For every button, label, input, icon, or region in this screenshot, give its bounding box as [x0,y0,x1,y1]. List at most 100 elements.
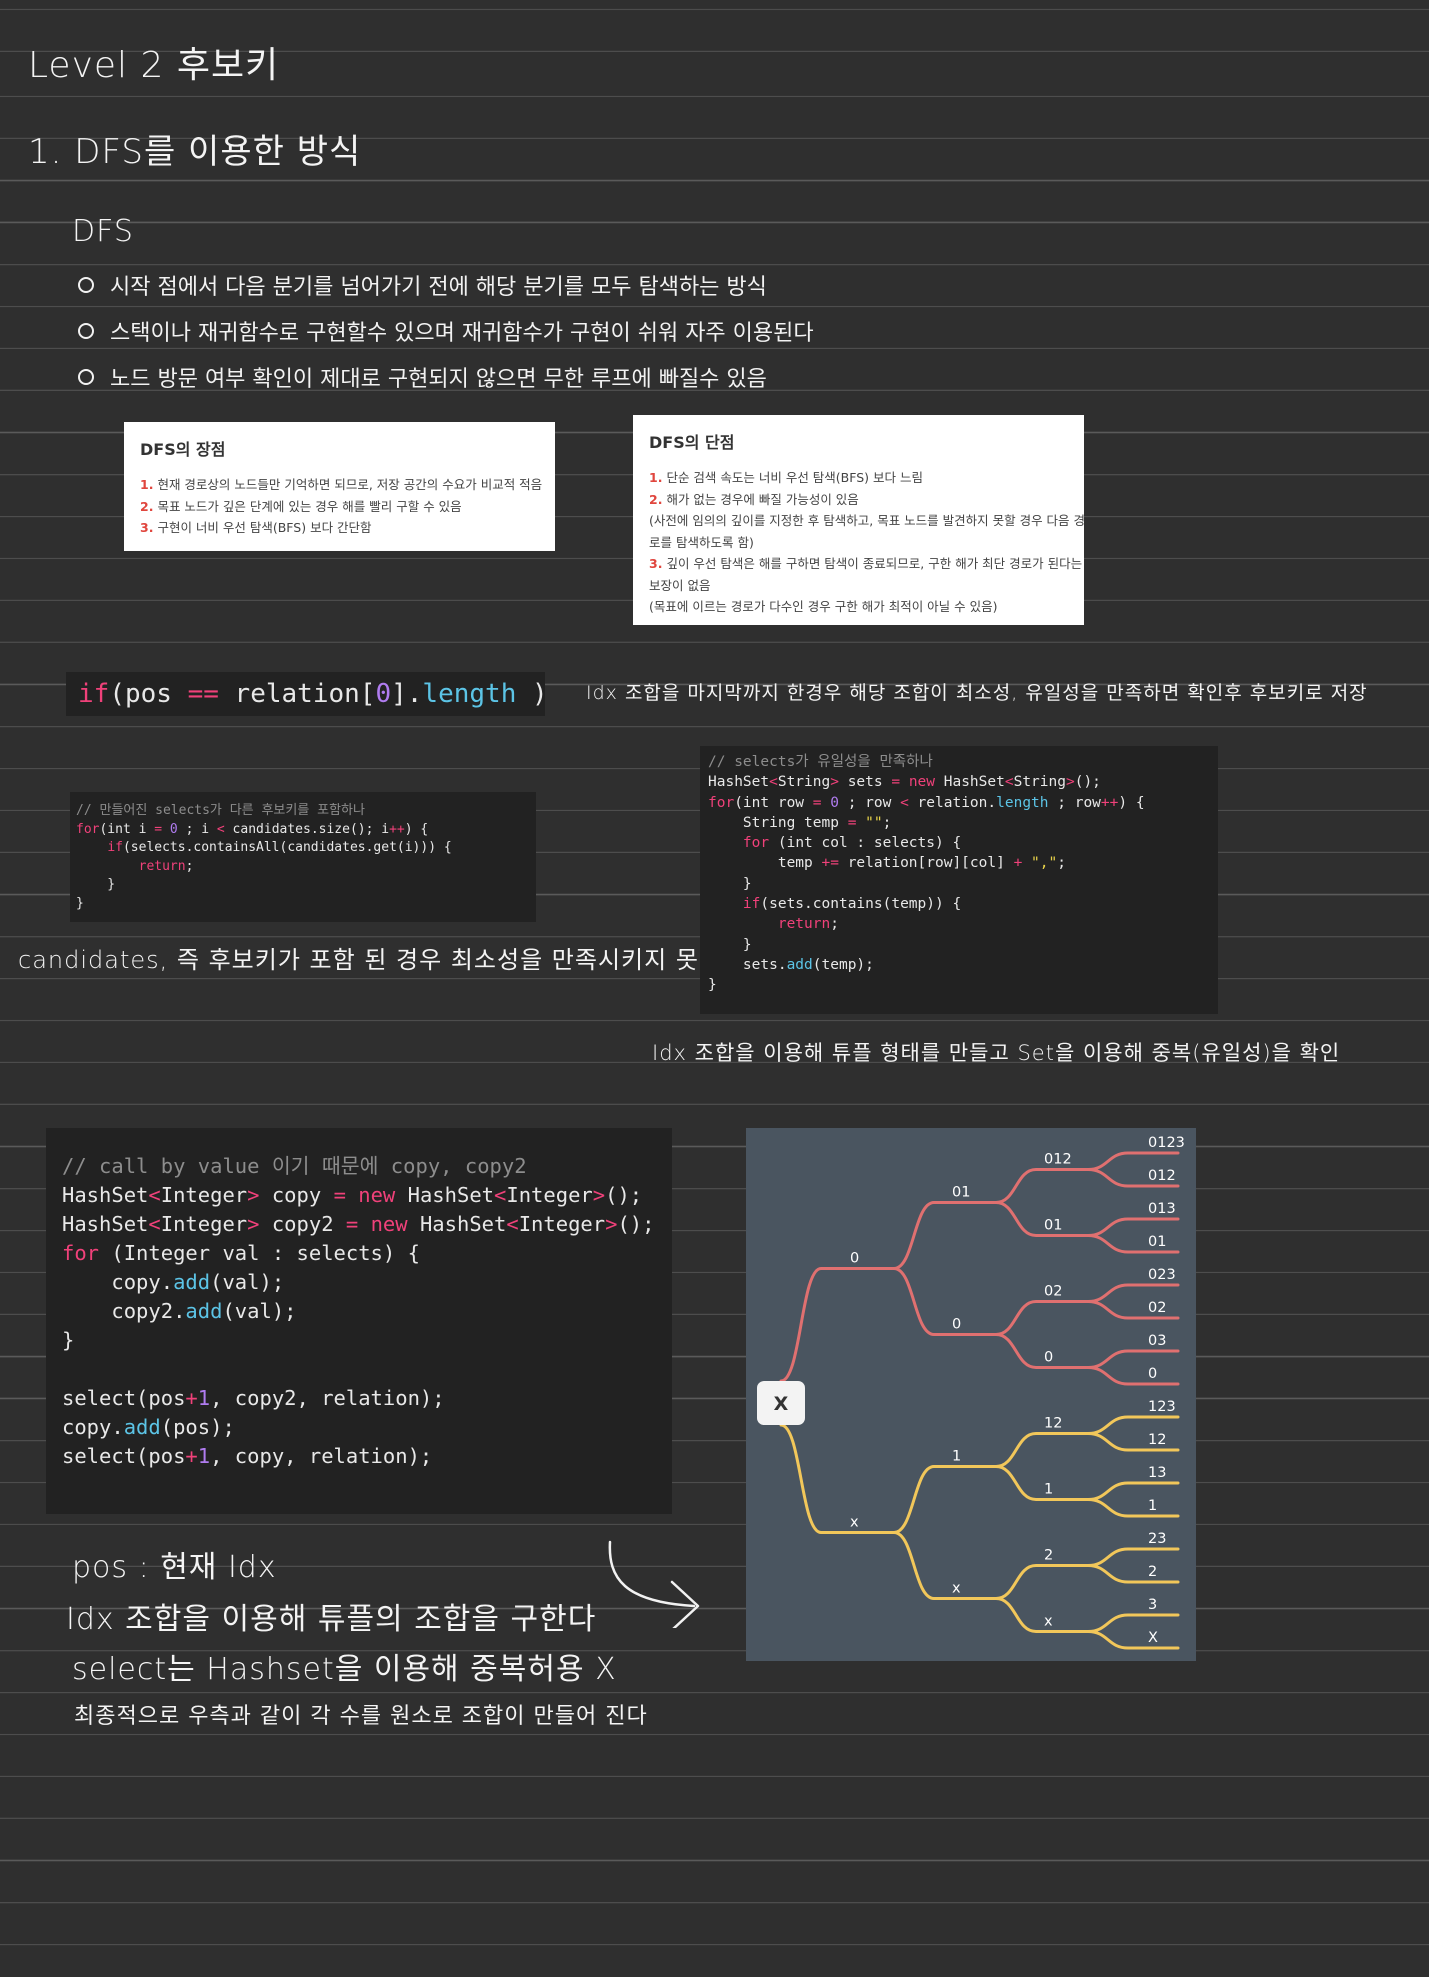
code-token: "" [856,814,883,831]
code-token: sets. [708,956,787,973]
dfs-pros-card: DFS의 장점 1. 현재 경로상의 노드들만 기억하면 되므로, 저장 공간의… [124,422,555,551]
code-token: new [900,774,936,791]
code-token: (); [617,1212,655,1236]
code-token: relation. [908,794,997,811]
code-token: += [821,855,839,872]
note-uniqueness: Idx 조합을 이용해 튜플 형태를 만들고 Set을 이용해 중복(유일성)을… [652,1041,1341,1065]
dfs-heading: DFS [72,214,134,249]
note-pos: pos : 현재 Idx [72,1550,277,1585]
code-token: = [891,774,901,791]
code-token: copy. [62,1270,174,1294]
code-token: HashSet [62,1183,149,1207]
bullet-text: 노드 방문 여부 확인이 제대로 구현되지 않으면 무한 루프에 빠질수 있음 [110,367,767,392]
code-token: < [494,1183,507,1207]
note-candidates: candidates, 즉 후보키가 포함 된 경우 최소성을 만족시키지 못함 [18,946,722,974]
code-token: = [345,1212,359,1236]
bullet-text: 스택이나 재귀함수로 구현할수 있으며 재귀함수가 구현이 쉬워 자주 이용된다 [110,321,814,346]
pros-item: 1. 현재 경로상의 노드들만 기억하면 되므로, 저장 공간의 수요가 비교적… [140,474,543,496]
code-token: HashSet [708,774,770,791]
cons-line: (목표에 이르는 경로가 다수인 경우 구한 해가 최적이 아닐 수 있음) [649,596,1068,618]
code-token: copy2. [62,1299,186,1323]
bullet-circle-icon [78,277,94,293]
tree-node-label: 023 [1148,1267,1176,1283]
tree-node-label: 0 [1044,1350,1053,1366]
tree-node-label: 0 [1148,1366,1157,1382]
code-token: ]. [391,679,423,709]
code-line: for (Integer val : selects) { [62,1239,656,1268]
code-uniqueness-check: // selects가 유일성을 만족하나 HashSet<String> set… [700,746,1218,1014]
code-line: select(pos+1, copy, relation); [62,1442,656,1471]
note-final-result: 최종적으로 우측과 같이 각 수를 원소로 조합이 만들어 진다 [74,1704,648,1729]
code-token: ) [516,679,548,709]
code-token: ; row [1048,794,1101,811]
code-token: // call by value 이기 때문에 copy, copy2 [62,1154,527,1178]
code-line: // selects가 유일성을 만족하나 [708,752,1210,772]
code-line: return; [708,914,1210,934]
item-text: 현재 경로상의 노드들만 기억하면 되므로, 저장 공간의 수요가 비교적 적음 [157,477,543,492]
cons-line: 2. 해가 없는 경우에 빠질 가능성이 있음 [649,489,1068,511]
bullet-circle-icon [78,323,94,339]
tree-node-label: 2 [1148,1564,1157,1580]
code-token: if [742,896,761,913]
code-line: for(int row = 0 ; row < relation.length … [708,793,1210,813]
code-token: } [708,875,752,892]
code-token: ; [185,858,194,874]
code-line: sets.add(temp); [708,955,1210,975]
code-token: length [996,794,1049,811]
tree-node-label: 012 [1044,1152,1072,1168]
code-token: // selects가 유일성을 만족하나 [708,754,933,770]
code-token: ; [1057,855,1066,872]
code-token: length [422,679,517,709]
note-select-hashset: select는 Hashset을 이용해 중복허용 X [72,1652,617,1687]
tree-node-label: 1 [1044,1482,1053,1498]
code-token: (pos [109,679,188,709]
code-line: temp += relation[row][col] + ","; [708,853,1210,873]
code-line: } [708,874,1210,894]
code-token: 0 [162,821,178,837]
code-line: select(pos+1, copy2, relation); [62,1384,656,1413]
code-token: return [138,858,186,874]
code-token: if [78,679,110,709]
code-token: (pos); [160,1415,235,1439]
bullet-circle-icon [78,369,94,385]
code-token: (Integer val : selects) { [99,1241,420,1265]
root-node-label: X [774,1393,789,1415]
code-token: (int row [734,794,813,811]
code-token: for [62,1241,100,1265]
code-token: (int col : selects) { [769,835,962,852]
code-line: if(sets.contains(temp)) { [708,894,1210,914]
code-token: = [333,1183,346,1207]
code-token: HashSet [407,1212,507,1236]
code-token: == [187,679,219,709]
tree-node-label: 1 [1148,1498,1157,1514]
code-if-condition: if(pos == relation[0].length ) [66,672,548,716]
code-token: (val); [210,1270,285,1294]
cons-line: (사전에 임의의 깊이를 지정한 후 탐색하고, 목표 노드를 발견하지 못할 … [649,510,1085,532]
item-number: 2. [140,498,154,514]
code-token: relation[row][col] [838,855,1014,872]
code-token: < [148,1183,161,1207]
code-line: } [76,876,530,895]
arrow-right-icon [608,1540,700,1628]
code-line: for (int col : selects) { [708,833,1210,853]
tree-node-label: 01 [1044,1218,1062,1234]
code-line: // 만들어진 selects가 다른 후보키를 포함하나 [76,802,530,821]
bullet-item: 스택이나 재귀함수로 구현할수 있으며 재귀함수가 구현이 쉬워 자주 이용된다 [78,308,814,354]
code-token: < [148,1212,161,1236]
code-line: HashSet<Integer> copy = new HashSet<Inte… [62,1181,656,1210]
code-token: ; row [838,794,901,811]
code-token: HashSet [935,774,1005,791]
cons-line: 3. 깊이 우선 탐색은 해를 구하면 탐색이 종료되므로, 구한 해가 최단 … [649,553,1082,575]
code-token: HashSet [395,1183,495,1207]
code-token: copy2 [259,1212,346,1236]
code-token: String [777,774,831,791]
code-line: String temp = ""; [708,813,1210,833]
code-token: (val); [222,1299,297,1323]
code-token: String temp [708,814,848,831]
tree-node-label: 12 [1148,1432,1166,1448]
code-line: for(int i = 0 ; i < candidates.size(); i… [76,821,530,840]
code-token: + [185,1386,198,1410]
code-token: 0 [375,679,392,709]
